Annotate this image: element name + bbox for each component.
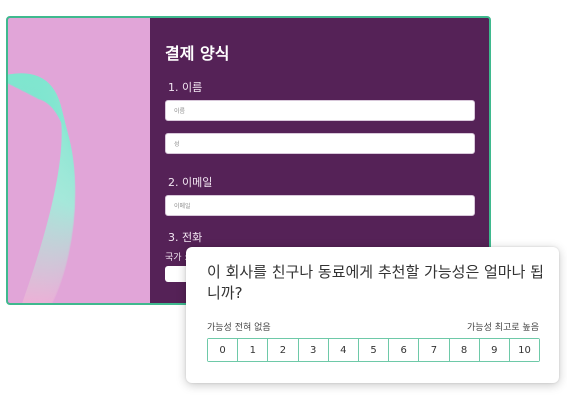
scale-option-4[interactable]: 4 (328, 339, 359, 361)
scale-option-3[interactable]: 3 (298, 339, 329, 361)
scale-option-0[interactable]: 0 (208, 339, 239, 361)
country-label: 국가 : (165, 253, 188, 263)
scale-high-label: 가능성 최고로 높음 (467, 323, 539, 333)
scale-option-1[interactable]: 1 (238, 339, 269, 361)
scale-low-label: 가능성 전혀 없음 (207, 323, 271, 333)
email-question-label: 2. 이메일 (168, 176, 213, 189)
scale-option-6[interactable]: 6 (389, 339, 420, 361)
form-title: 결제 양식 (165, 44, 230, 63)
scale-option-2[interactable]: 2 (268, 339, 299, 361)
name-question-label: 1. 이름 (168, 81, 203, 94)
nps-scale: 0 1 2 3 4 5 6 7 8 9 10 (207, 338, 540, 362)
first-name-input[interactable]: 이름 (165, 100, 475, 121)
last-name-input[interactable]: 성 (165, 133, 475, 154)
scale-option-9[interactable]: 9 (479, 339, 510, 361)
scale-option-5[interactable]: 5 (358, 339, 390, 361)
scale-option-7[interactable]: 7 (419, 339, 450, 361)
phone-question-label: 3. 전화 (168, 231, 203, 244)
email-input[interactable]: 이메일 (165, 195, 475, 216)
nps-survey-card: 이 회사를 친구나 동료에게 추천할 가능성은 얼마나 됩니까? 가능성 전혀 … (186, 247, 559, 383)
survey-question: 이 회사를 친구나 동료에게 추천할 가능성은 얼마나 됩니까? (207, 263, 544, 302)
scale-option-8[interactable]: 8 (449, 339, 480, 361)
scale-option-10[interactable]: 10 (509, 339, 540, 361)
decorative-art-image (8, 18, 150, 303)
